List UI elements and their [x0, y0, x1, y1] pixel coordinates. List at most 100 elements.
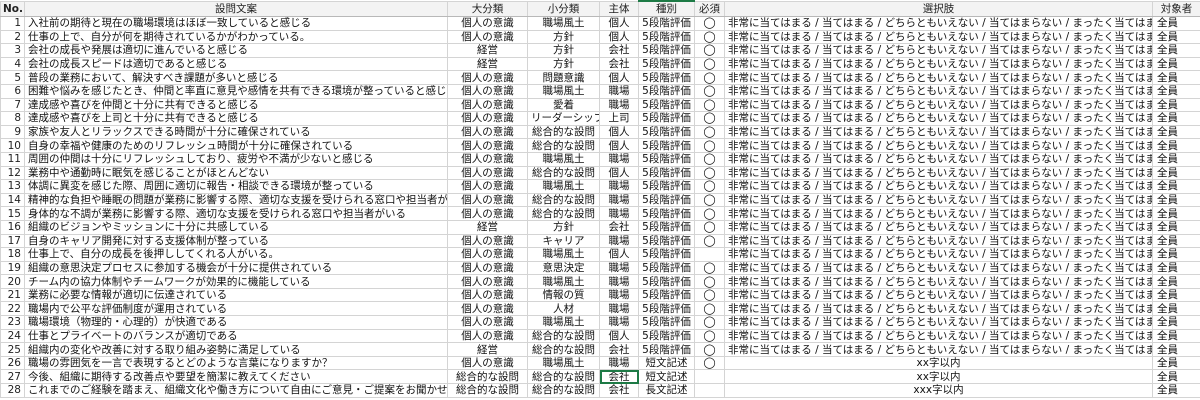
cell-major-category[interactable]: 経営 [447, 342, 528, 357]
cell-choices[interactable]: 非常に当てはまる / 当てはまる / どちらともいえない / 当てはまらない /… [724, 233, 1153, 249]
cell-major-category[interactable]: 個人の意識 [447, 328, 528, 344]
cell-target[interactable]: 全員 [1152, 83, 1200, 99]
cell-type[interactable]: 短文記述 [638, 369, 695, 385]
cell-minor-category[interactable]: 方針 [527, 219, 600, 235]
cell-major-category[interactable]: 経営 [447, 219, 528, 235]
cell-required[interactable]: ◯ [694, 355, 725, 371]
cell-question[interactable]: 体調に異変を感じた際、周囲に適切に報告・相談できる環境が整っている [24, 179, 448, 194]
cell-minor-category[interactable]: 総合的な設問 [527, 328, 600, 344]
cell-no[interactable]: 8 [0, 111, 25, 126]
cell-no[interactable]: 1 [0, 16, 25, 31]
cell-type[interactable]: 5段階評価 [638, 192, 695, 208]
cell-subject[interactable]: 職場 [599, 315, 639, 330]
cell-no[interactable]: 6 [0, 83, 25, 99]
cell-required[interactable] [694, 247, 725, 262]
cell-question[interactable]: 普段の業務において、解決すべき課題が多いと感じる [24, 70, 448, 85]
cell-no[interactable]: 26 [0, 355, 25, 371]
cell-subject[interactable]: 会社 [599, 342, 639, 357]
cell-required[interactable]: ◯ [694, 16, 725, 31]
cell-no[interactable]: 27 [0, 369, 25, 385]
cell-type[interactable]: 5段階評価 [638, 97, 695, 113]
cell-major-category[interactable]: 経営 [447, 56, 528, 72]
cell-no[interactable]: 11 [0, 151, 25, 167]
cell-choices[interactable]: 非常に当てはまる / 当てはまる / どちらともいえない / 当てはまらない /… [724, 29, 1153, 45]
cell-subject[interactable]: 職場 [599, 233, 639, 249]
cell-question[interactable]: 仕事上で、自分の成長を後押ししてくれる人がいる。 [24, 247, 448, 262]
cell-question[interactable]: 業務に必要な情報が適切に伝達されている [24, 287, 448, 303]
cell-major-category[interactable]: 個人の意識 [447, 97, 528, 113]
cell-major-category[interactable]: 個人の意識 [447, 206, 528, 221]
cell-no[interactable]: 17 [0, 233, 25, 249]
cell-minor-category[interactable]: 愛着 [527, 97, 600, 113]
cell-minor-category[interactable]: 総合的な設問 [527, 124, 600, 140]
cell-no[interactable]: 23 [0, 315, 25, 330]
cell-choices[interactable]: 非常に当てはまる / 当てはまる / どちらともいえない / 当てはまらない /… [724, 328, 1153, 344]
cell-no[interactable]: 20 [0, 274, 25, 289]
cell-question[interactable]: 入社前の期待と現在の職場環境はほぼ一致していると感じる [24, 16, 448, 31]
cell-subject[interactable]: 職場 [599, 151, 639, 167]
column-header-major-category[interactable]: 大分類 [447, 0, 528, 17]
cell-required[interactable]: ◯ [694, 43, 725, 58]
cell-target[interactable]: 全員 [1152, 301, 1200, 317]
cell-no[interactable]: 12 [0, 165, 25, 181]
cell-question[interactable]: チーム内の協力体制やチームワークが効果的に機能している [24, 274, 448, 289]
cell-no[interactable]: 15 [0, 206, 25, 221]
cell-target[interactable]: 全員 [1152, 138, 1200, 153]
cell-major-category[interactable]: 個人の意識 [447, 151, 528, 167]
cell-choices[interactable]: xxx字以内 [724, 383, 1153, 398]
cell-no[interactable]: 18 [0, 247, 25, 262]
cell-question[interactable]: 組織の意思決定プロセスに参加する機会が十分に提供されている [24, 260, 448, 276]
cell-major-category[interactable]: 個人の意識 [447, 355, 528, 371]
cell-minor-category[interactable]: 職場風土 [527, 247, 600, 262]
cell-minor-category[interactable]: 総合的な設問 [527, 206, 600, 221]
cell-no[interactable]: 16 [0, 219, 25, 235]
cell-choices[interactable]: 非常に当てはまる / 当てはまる / どちらともいえない / 当てはまらない /… [724, 138, 1153, 153]
cell-choices[interactable]: 非常に当てはまる / 当てはまる / どちらともいえない / 当てはまらない /… [724, 165, 1153, 181]
cell-major-category[interactable]: 個人の意識 [447, 70, 528, 85]
cell-target[interactable]: 全員 [1152, 369, 1200, 385]
cell-type[interactable]: 5段階評価 [638, 56, 695, 72]
cell-minor-category[interactable]: 方針 [527, 29, 600, 45]
cell-target[interactable]: 全員 [1152, 165, 1200, 181]
cell-choices[interactable]: 非常に当てはまる / 当てはまる / どちらともいえない / 当てはまらない /… [724, 342, 1153, 357]
cell-target[interactable]: 全員 [1152, 111, 1200, 126]
cell-target[interactable]: 全員 [1152, 56, 1200, 72]
cell-type[interactable]: 5段階評価 [638, 165, 695, 181]
cell-choices[interactable]: 非常に当てはまる / 当てはまる / どちらともいえない / 当てはまらない /… [724, 219, 1153, 235]
cell-target[interactable]: 全員 [1152, 29, 1200, 45]
cell-required[interactable]: ◯ [694, 70, 725, 85]
cell-choices[interactable]: 非常に当てはまる / 当てはまる / どちらともいえない / 当てはまらない /… [724, 83, 1153, 99]
cell-required[interactable]: ◯ [694, 83, 725, 99]
cell-question[interactable]: 仕事とプライベートのバランスが適切である [24, 328, 448, 344]
cell-minor-category[interactable]: 情報の質 [527, 287, 600, 303]
cell-question[interactable]: 困難や悩みを感じたとき、仲間と率直に意見や感情を共有できる環境が整っていると感じ… [24, 83, 448, 99]
cell-required[interactable]: ◯ [694, 111, 725, 126]
cell-question[interactable]: 会社の成長や発展は適切に進んでいると感じる [24, 43, 448, 58]
cell-target[interactable]: 全員 [1152, 328, 1200, 344]
cell-question[interactable]: これまでのご経験を踏まえ、組織文化や働き方について自由にご意見・ご提案をお聞かせ… [24, 383, 448, 398]
cell-target[interactable]: 全員 [1152, 233, 1200, 249]
column-header-choices[interactable]: 選択肢 [724, 0, 1153, 17]
cell-required[interactable]: ◯ [694, 124, 725, 140]
cell-no[interactable]: 9 [0, 124, 25, 140]
cell-no[interactable]: 14 [0, 192, 25, 208]
cell-subject[interactable]: 職場 [599, 192, 639, 208]
cell-type[interactable]: 5段階評価 [638, 315, 695, 330]
cell-target[interactable]: 全員 [1152, 179, 1200, 194]
cell-subject[interactable]: 個人 [599, 165, 639, 181]
cell-target[interactable]: 全員 [1152, 97, 1200, 113]
cell-choices[interactable]: 非常に当てはまる / 当てはまる / どちらともいえない / 当てはまらない /… [724, 301, 1153, 317]
cell-major-category[interactable]: 個人の意識 [447, 83, 528, 99]
cell-question[interactable]: 職場内で公平な評価制度が運用されている [24, 301, 448, 317]
cell-no[interactable]: 25 [0, 342, 25, 357]
cell-target[interactable]: 全員 [1152, 70, 1200, 85]
cell-subject[interactable]: 個人 [599, 328, 639, 344]
cell-minor-category[interactable]: 職場風土 [527, 274, 600, 289]
cell-no[interactable]: 28 [0, 383, 25, 398]
cell-question[interactable]: 達成感や喜びを仲間と十分に共有できると感じる [24, 97, 448, 113]
cell-required[interactable]: ◯ [694, 97, 725, 113]
cell-subject[interactable]: 会社 [599, 43, 639, 58]
cell-question[interactable]: 組織のビジョンやミッションに十分に共感している [24, 219, 448, 235]
cell-minor-category[interactable]: 総合的な設問 [527, 165, 600, 181]
cell-minor-category[interactable]: 問題意識 [527, 70, 600, 85]
